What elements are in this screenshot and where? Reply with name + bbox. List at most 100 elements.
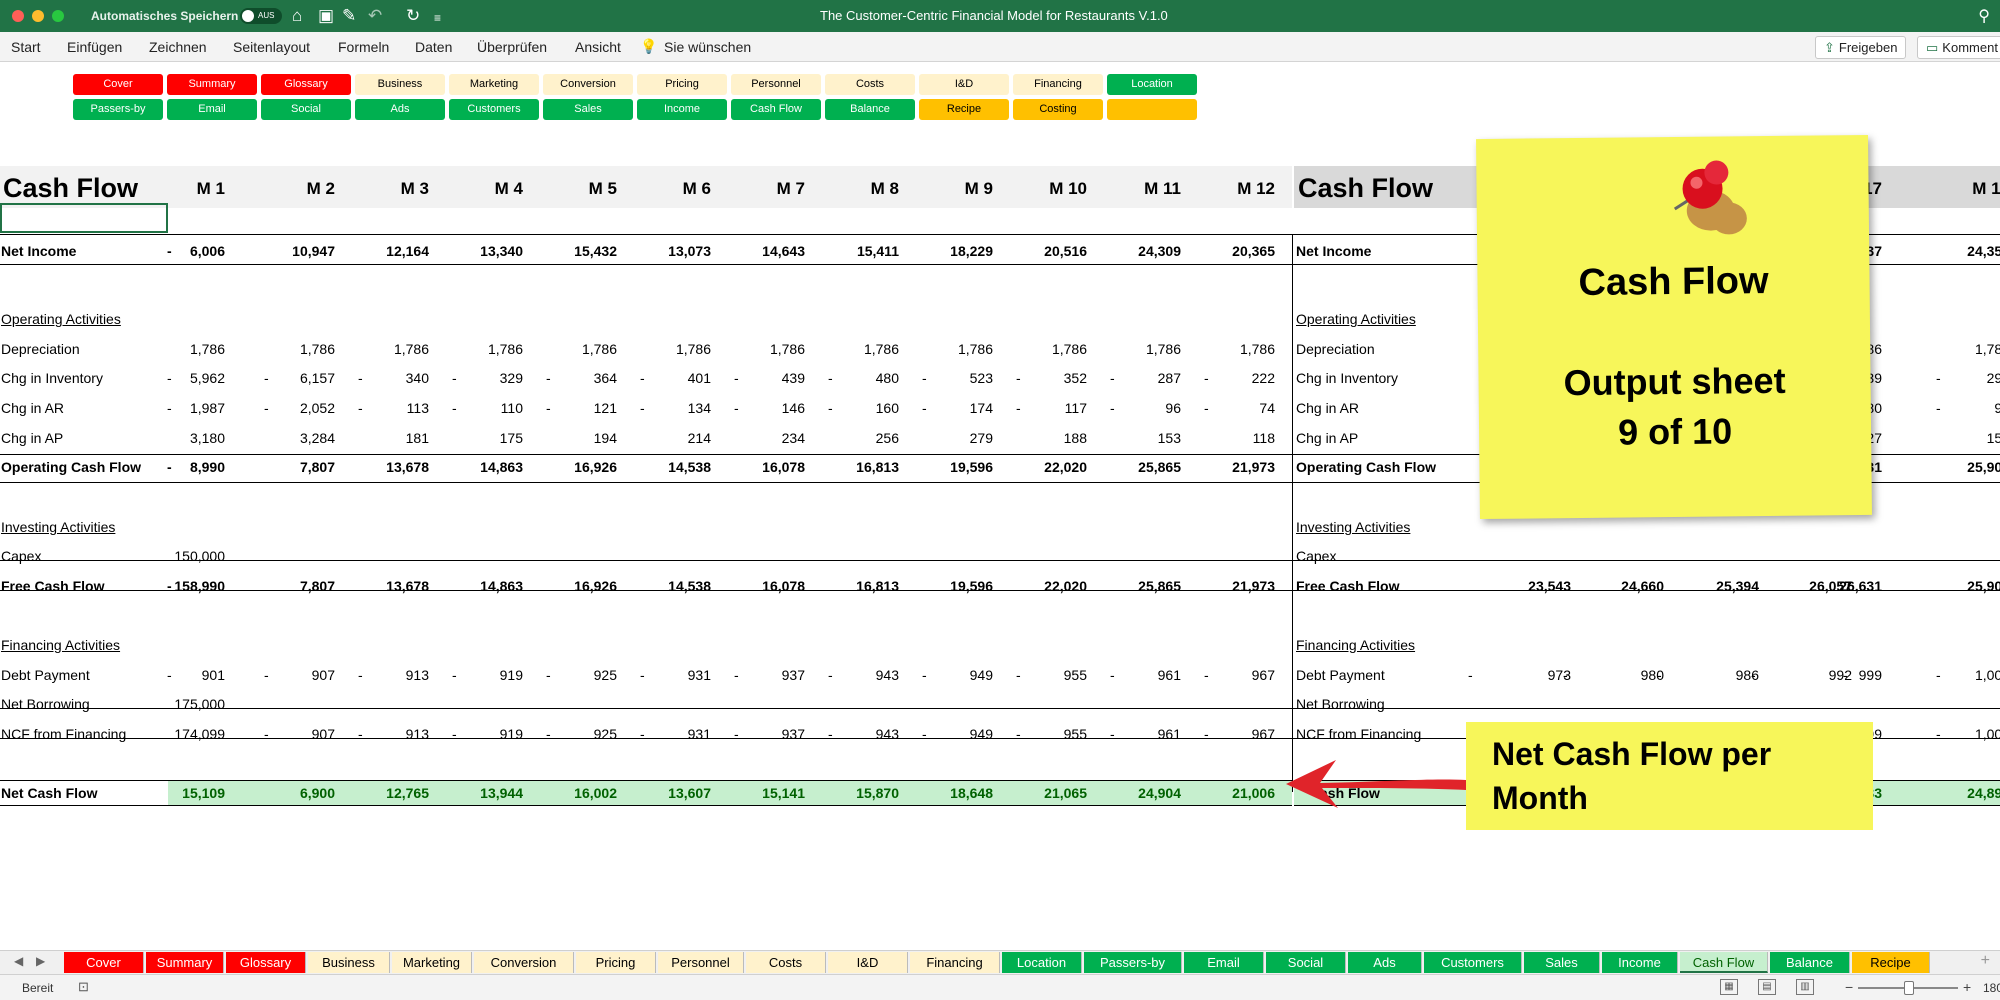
cell-value[interactable]: 1,786 (339, 340, 429, 358)
cell-value[interactable]: 6,157 (245, 369, 335, 387)
sheet-tab[interactable]: Pricing (576, 952, 656, 973)
cell-value[interactable]: 1,786 (1920, 340, 2000, 358)
sheet-tab[interactable]: Social (1266, 952, 1346, 973)
nav-button[interactable]: Social (261, 99, 351, 120)
selected-cell[interactable] (0, 203, 168, 233)
nav-button[interactable]: Marketing (449, 74, 539, 95)
cell-value[interactable]: 18,229 (903, 242, 993, 260)
cell-value[interactable]: 340 (339, 369, 429, 387)
sheet-tab[interactable]: I&D (828, 952, 908, 973)
cell-value[interactable]: 14,863 (433, 577, 523, 595)
cell-value[interactable]: 110 (433, 399, 523, 417)
add-sheet-icon[interactable]: + (1981, 952, 1990, 970)
nav-button[interactable]: Customers (449, 99, 539, 120)
cell-value[interactable]: 980 (1574, 666, 1664, 684)
zoom-slider-handle[interactable] (1904, 981, 1914, 995)
cell-value[interactable]: 1,786 (1185, 340, 1275, 358)
cell-value[interactable]: 287 (1091, 369, 1181, 387)
cell-value[interactable]: 15,141 (715, 784, 805, 802)
cell-value[interactable]: 937 (715, 725, 805, 743)
nav-button[interactable]: Glossary (261, 74, 351, 95)
sheet-tab[interactable]: Costs (746, 952, 826, 973)
sheet-tab[interactable]: Conversion (474, 952, 574, 973)
cell-value[interactable]: 22,020 (997, 458, 1087, 476)
cell-value[interactable]: 96 (1091, 399, 1181, 417)
tab-scroll-right-icon[interactable]: ▶ (36, 954, 45, 968)
nav-button[interactable]: Sales (543, 99, 633, 120)
nav-button[interactable]: Ads (355, 99, 445, 120)
nav-button[interactable]: Costing (1013, 99, 1103, 120)
cell-value[interactable]: 967 (1185, 666, 1275, 684)
cell-value[interactable]: 3,284 (245, 429, 335, 447)
cell-value[interactable]: 134 (621, 399, 711, 417)
normal-view-icon[interactable]: ▦ (1720, 979, 1738, 995)
cell-value[interactable]: 16,926 (527, 458, 617, 476)
home-icon[interactable]: ⌂ (292, 6, 302, 26)
cell-value[interactable]: 25,903 (1920, 577, 2000, 595)
nav-button[interactable]: Financing (1013, 74, 1103, 95)
cell-value[interactable]: 256 (809, 429, 899, 447)
save-icon[interactable]: ▣ (318, 6, 334, 26)
cell-value[interactable]: 279 (903, 429, 993, 447)
page-layout-view-icon[interactable]: ▤ (1758, 979, 1776, 995)
cell-value[interactable]: 24,898 (1920, 784, 2000, 802)
cell-value[interactable]: 1,786 (245, 340, 335, 358)
cell-value[interactable]: 919 (433, 666, 523, 684)
sheet-tab[interactable]: Recipe (1852, 952, 1930, 973)
quick-access-more-icon[interactable]: ≡ (434, 8, 441, 28)
cell-value[interactable]: 1,786 (621, 340, 711, 358)
cell-value[interactable]: 160 (809, 399, 899, 417)
cell-value[interactable]: 25,903 (1920, 458, 2000, 476)
cell-value[interactable]: 931 (621, 666, 711, 684)
cell-value[interactable]: 25,394 (1669, 577, 1759, 595)
menu-ansicht[interactable]: Ansicht (575, 39, 621, 55)
cell-value[interactable]: 25,865 (1091, 577, 1181, 595)
nav-button[interactable]: Location (1107, 74, 1197, 95)
cell-value[interactable]: 157 (1920, 429, 2000, 447)
menu-formeln[interactable]: Formeln (338, 39, 389, 55)
cell-value[interactable]: 986 (1669, 666, 1759, 684)
cell-value[interactable]: 1,786 (715, 340, 805, 358)
nav-button[interactable]: Conversion (543, 74, 633, 95)
sheet-tab[interactable]: Cash Flow (1680, 952, 1768, 973)
cell-value[interactable]: 919 (433, 725, 523, 743)
cell-value[interactable]: 13,073 (621, 242, 711, 260)
cell-value[interactable]: 13,678 (339, 577, 429, 595)
cell-value[interactable]: 352 (997, 369, 1087, 387)
cell-value[interactable]: 6,006 (135, 242, 225, 260)
cell-value[interactable]: 22,020 (997, 577, 1087, 595)
cell-value[interactable]: 174 (903, 399, 993, 417)
cell-value[interactable]: 175,000 (135, 695, 225, 713)
cell-value[interactable]: 13,678 (339, 458, 429, 476)
sheet-tab[interactable]: Personnel (658, 952, 744, 973)
cell-value[interactable]: 937 (715, 666, 805, 684)
cell-value[interactable]: 949 (903, 725, 993, 743)
cell-value[interactable]: 98 (1920, 399, 2000, 417)
cell-value[interactable]: 1,005 (1920, 725, 2000, 743)
menu-zeichnen[interactable]: Zeichnen (149, 39, 207, 55)
sheet-tab[interactable]: Sales (1524, 952, 1600, 973)
cell-value[interactable]: 439 (715, 369, 805, 387)
cell-value[interactable]: 7,807 (245, 577, 335, 595)
undo-icon[interactable]: ↶ (368, 6, 382, 26)
cell-value[interactable]: 931 (621, 725, 711, 743)
cell-value[interactable]: 901 (135, 666, 225, 684)
window-minimize-button[interactable] (32, 10, 44, 22)
tab-scroll-left-icon[interactable]: ◀ (14, 954, 23, 968)
search-icon[interactable]: ⚲ (1978, 6, 1990, 26)
nav-button[interactable]: Balance (825, 99, 915, 120)
cell-value[interactable]: 194 (527, 429, 617, 447)
cell-value[interactable]: 2,052 (245, 399, 335, 417)
sheet-tab[interactable]: Balance (1770, 952, 1850, 973)
window-close-button[interactable] (12, 10, 24, 22)
cell-value[interactable]: 949 (903, 666, 993, 684)
cell-value[interactable]: 7,807 (245, 458, 335, 476)
cell-value[interactable]: 15,432 (527, 242, 617, 260)
cell-value[interactable]: 943 (809, 666, 899, 684)
cell-value[interactable]: 973 (1481, 666, 1571, 684)
cell-value[interactable]: 234 (715, 429, 805, 447)
cell-value[interactable]: 1,786 (903, 340, 993, 358)
sheet-tab[interactable]: Email (1184, 952, 1264, 973)
cell-value[interactable]: 16,078 (715, 458, 805, 476)
cell-value[interactable]: 15,870 (809, 784, 899, 802)
